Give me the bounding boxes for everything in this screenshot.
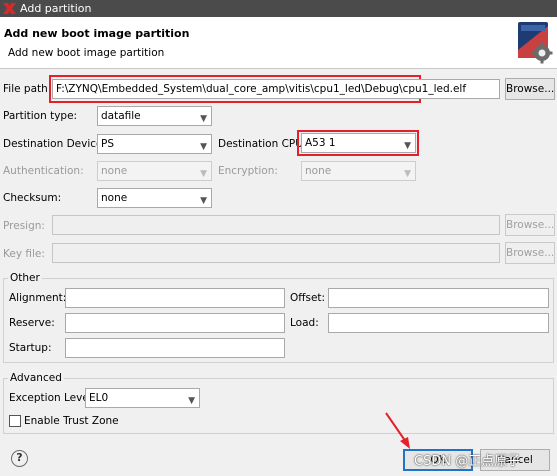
chevron-down-icon: ▼ [404, 169, 411, 179]
encryption-value: none [305, 165, 332, 177]
partition-type-select[interactable]: datafile ▼ [97, 106, 212, 126]
encryption-label: Encryption: [218, 165, 278, 177]
authentication-value: none [101, 165, 128, 177]
reserve-label: Reserve: [9, 317, 55, 329]
alignment-input[interactable] [65, 288, 285, 308]
key-file-label: Key file: [3, 248, 45, 260]
destination-cpu-select[interactable]: A53 1 ▼ [301, 133, 416, 153]
partition-type-label: Partition type: [3, 110, 78, 122]
destination-cpu-value: A53 1 [305, 137, 336, 149]
key-file-input[interactable] [52, 243, 500, 263]
checksum-value: none [101, 192, 128, 204]
startup-input[interactable] [65, 338, 285, 358]
partition-type-value: datafile [101, 110, 141, 122]
destination-device-value: PS [101, 138, 114, 150]
presign-input[interactable] [52, 215, 500, 235]
load-input[interactable] [328, 313, 549, 333]
xilinx-logo-icon [3, 3, 16, 14]
authentication-label: Authentication: [3, 165, 84, 177]
presign-label: Presign: [3, 220, 45, 232]
offset-input[interactable] [328, 288, 549, 308]
file-path-input[interactable]: F:\ZYNQ\Embedded_System\dual_core_amp\vi… [52, 79, 500, 99]
annotation-arrow-icon [385, 412, 410, 449]
chevron-down-icon: ▼ [200, 142, 207, 152]
chevron-down-icon: ▼ [188, 396, 195, 406]
file-path-label: File path: [3, 83, 52, 95]
presign-browse-button[interactable]: Browse... [505, 214, 555, 236]
checksum-select[interactable]: none ▼ [97, 188, 212, 208]
watermark: CSDN @正点原子 [414, 454, 521, 469]
chevron-down-icon: ▼ [404, 141, 411, 151]
window-title: Add partition [20, 2, 92, 15]
boot-image-gear-icon [518, 22, 553, 64]
dialog-header: Add new boot image partition Add new boo… [0, 17, 557, 69]
destination-device-label: Destination Device: [3, 138, 107, 150]
header-title: Add new boot image partition [4, 27, 190, 40]
other-group-title: Other [8, 271, 42, 285]
offset-label: Offset: [290, 292, 326, 304]
alignment-label: Alignment: [9, 292, 67, 304]
destination-device-select[interactable]: PS ▼ [97, 134, 212, 154]
reserve-input[interactable] [65, 313, 285, 333]
key-file-browse-button[interactable]: Browse... [505, 242, 555, 264]
encryption-select[interactable]: none ▼ [301, 161, 416, 181]
authentication-select[interactable]: none ▼ [97, 161, 212, 181]
chevron-down-icon: ▼ [200, 196, 207, 206]
load-label: Load: [290, 317, 319, 329]
exception-level-value: EL0 [89, 392, 109, 404]
startup-label: Startup: [9, 342, 52, 354]
destination-cpu-label: Destination CPU: [218, 138, 307, 150]
help-icon[interactable]: ? [11, 450, 28, 467]
exception-level-label: Exception Level [9, 392, 92, 404]
advanced-group-title: Advanced [8, 371, 64, 385]
checksum-label: Checksum: [3, 192, 62, 204]
chevron-down-icon: ▼ [200, 169, 207, 179]
chevron-down-icon: ▼ [200, 114, 207, 124]
trust-zone-checkbox[interactable] [9, 415, 21, 427]
header-subtitle: Add new boot image partition [8, 47, 165, 59]
exception-level-select[interactable]: EL0 ▼ [85, 388, 200, 408]
title-bar: Add partition [0, 0, 557, 17]
file-path-browse-button[interactable]: Browse... [505, 78, 555, 100]
trust-zone-label: Enable Trust Zone [24, 415, 119, 427]
